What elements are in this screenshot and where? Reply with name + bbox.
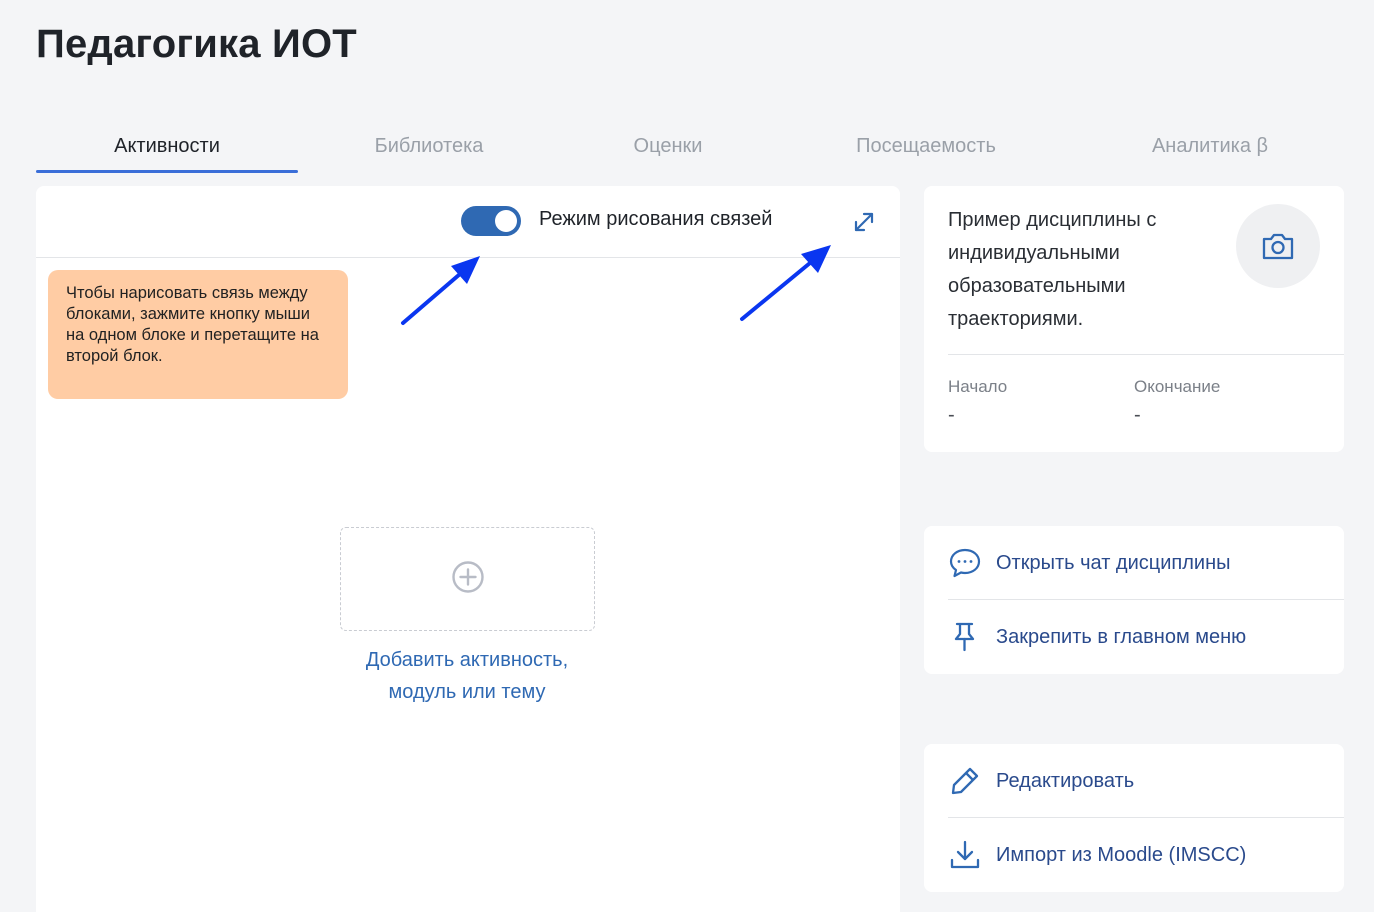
start-date-value: -	[948, 404, 955, 426]
activity-canvas: Режим рисования связей Чтобы нарисовать …	[36, 186, 900, 912]
add-activity-button[interactable]	[340, 527, 595, 631]
draw-mode-hint: Чтобы нарисовать связь между блоками, за…	[48, 270, 348, 399]
add-activity-label-line2: модуль или тему	[388, 681, 546, 703]
pin-menu-button[interactable]: Закрепить в главном меню	[948, 600, 1344, 674]
pin-menu-label: Закрепить в главном меню	[996, 625, 1247, 648]
edit-button[interactable]: Редактировать	[948, 744, 1344, 818]
add-activity-label-line1: Добавить активность,	[365, 649, 569, 671]
chat-icon	[948, 545, 984, 581]
import-moodle-label: Импорт из Moodle (IMSCC)	[996, 843, 1247, 866]
plus-circle-icon	[451, 560, 485, 599]
toggle-knob	[495, 210, 517, 232]
start-date-label: Начало	[948, 377, 1008, 396]
course-info-card: Пример дисциплины с индивидуальными обра…	[924, 186, 1344, 452]
end-date-value: -	[1134, 404, 1141, 426]
page-title: Педагогика ИОТ	[36, 22, 357, 66]
draw-mode-label: Режим рисования связей	[539, 208, 773, 230]
pin-icon	[948, 619, 984, 655]
download-icon	[948, 837, 984, 873]
draw-mode-toggle[interactable]	[461, 206, 521, 236]
course-actions-card: Редактировать Импорт из Moodle (IMSCC)	[924, 744, 1344, 892]
course-description: Пример дисциплины с индивидуальными обра…	[948, 209, 1157, 330]
camera-icon[interactable]	[1236, 204, 1320, 288]
tab-bar: Активности Библиотека Оценки Посещаемост…	[36, 118, 1344, 174]
tab-activities[interactable]: Активности	[36, 118, 298, 174]
edit-label: Редактировать	[996, 769, 1135, 792]
open-chat-button[interactable]: Открыть чат дисциплины	[948, 526, 1344, 600]
expand-icon[interactable]	[850, 208, 878, 236]
tab-attendance[interactable]: Посещаемость	[776, 118, 1076, 174]
end-date-label: Окончание	[1134, 377, 1221, 396]
chat-actions-card: Открыть чат дисциплины Закрепить в главн…	[924, 526, 1344, 674]
divider	[948, 354, 1344, 355]
open-chat-label: Открыть чат дисциплины	[996, 551, 1231, 574]
import-moodle-button[interactable]: Импорт из Moodle (IMSCC)	[948, 818, 1344, 892]
tab-grades[interactable]: Оценки	[560, 118, 776, 174]
canvas-toolbar: Режим рисования связей	[36, 186, 900, 258]
pencil-icon	[948, 763, 984, 799]
tab-analytics[interactable]: Аналитика β	[1076, 118, 1344, 174]
tab-library[interactable]: Библиотека	[298, 118, 560, 174]
add-activity-label[interactable]: Добавить активность, модуль или тему	[286, 644, 648, 708]
